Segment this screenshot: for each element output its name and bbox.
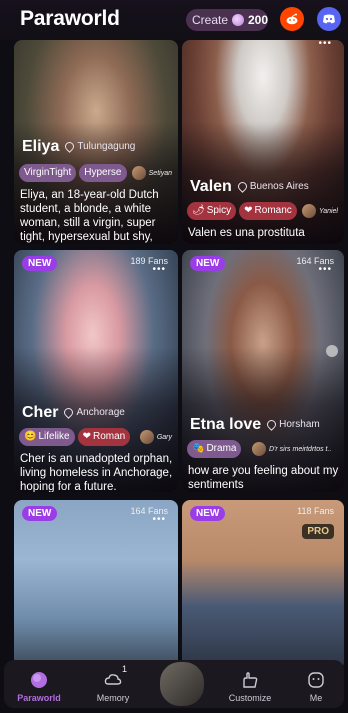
heart-icon: ❤ <box>244 205 253 216</box>
location-pin-icon <box>62 406 76 419</box>
character-name: Etna love <box>190 416 262 433</box>
tag: 😊 Lifelike <box>19 428 75 446</box>
location: Tulungagung <box>63 140 135 153</box>
tab-memory[interactable]: Memory <box>84 660 142 708</box>
center-avatar-button[interactable] <box>158 660 206 708</box>
fire-icon: 🌶 <box>192 205 205 216</box>
hand-icon <box>243 672 258 688</box>
memory-notification-count: 1 <box>122 664 128 674</box>
tab-me[interactable]: Me <box>294 660 338 708</box>
character-card[interactable]: NEW 189 Fans ••• Cher Anchorage 😊 Lifelik… <box>14 250 178 492</box>
memory-cloud-icon <box>104 674 122 685</box>
tag: VirginTight <box>19 164 77 182</box>
tag: Hyperse <box>79 164 127 182</box>
location-pin-icon <box>63 140 77 153</box>
drama-icon: 🎭 <box>192 443 205 454</box>
character-description: Cher is an unadopted orphan, living home… <box>20 453 173 492</box>
creator-avatar <box>131 166 146 180</box>
reddit-button[interactable] <box>280 7 304 31</box>
tag: ❤ Roman <box>77 428 131 446</box>
smile-icon: 😊 <box>24 431 37 442</box>
more-options-icon[interactable]: ••• <box>318 40 332 49</box>
tag: 🎭 Drama <box>187 440 242 458</box>
location: Buenos Aires <box>235 180 309 193</box>
new-badge: NEW <box>22 256 58 271</box>
fans-count: 118 Fans <box>297 506 334 516</box>
coin-icon <box>232 14 244 26</box>
location: Horsham <box>265 418 320 431</box>
bottom-tab-bar: Paraworld Memory 1 Customize Me <box>4 660 344 708</box>
character-card[interactable]: Eliya Tulungagung VirginTight Hyperse Se… <box>14 40 178 244</box>
discord-button[interactable] <box>317 7 341 31</box>
heart-icon: ❤ <box>82 431 91 442</box>
more-options-icon[interactable]: ••• <box>152 514 166 525</box>
character-name: Eliya <box>22 138 60 155</box>
character-name: Valen <box>190 178 232 195</box>
app-title: Paraworld <box>20 7 120 30</box>
character-description: Valen es una prostituta <box>188 227 305 239</box>
character-description: Eliya, an 18-year-old Dutch student, a b… <box>20 189 159 243</box>
location-pin-icon <box>265 418 279 431</box>
creator[interactable]: Setiyan <box>131 166 172 180</box>
planet-icon <box>31 672 47 688</box>
location: Anchorage <box>62 406 125 419</box>
character-card[interactable]: NEW 118 Fans PRO <box>182 500 344 670</box>
more-options-icon[interactable]: ••• <box>152 264 166 275</box>
creator[interactable]: D'r sirs meirtdrtos t.. <box>252 442 331 456</box>
tag: 🌶 Spicy <box>187 202 237 220</box>
creator-avatar <box>302 204 317 218</box>
create-button[interactable]: Create 200 <box>186 9 268 31</box>
coin-count: 200 <box>247 13 268 27</box>
character-grid: Eliya Tulungagung VirginTight Hyperse Se… <box>0 40 348 670</box>
scroll-indicator[interactable] <box>326 345 338 357</box>
new-badge: NEW <box>22 506 58 521</box>
new-badge: NEW <box>190 256 226 271</box>
new-badge: NEW <box>190 506 226 521</box>
reddit-icon <box>286 13 298 25</box>
character-description: how are you feeling about my sentiments <box>188 465 339 491</box>
more-options-icon[interactable]: ••• <box>318 264 332 275</box>
top-bar: Paraworld Create 200 <box>0 0 348 40</box>
creator[interactable]: Gary <box>139 430 172 444</box>
tab-customize[interactable]: Customize <box>220 660 280 708</box>
pro-badge: PRO <box>302 524 334 539</box>
character-card[interactable]: ••• Valen Buenos Aires 🌶 Spicy ❤ Romanc Ya… <box>182 40 344 244</box>
creator[interactable]: Yaniel <box>302 204 338 218</box>
location-pin-icon <box>235 180 249 193</box>
creator-avatar <box>252 442 266 456</box>
character-image <box>14 500 178 670</box>
character-card[interactable]: NEW 164 Fans ••• Etna love Horsham 🎭 Dram… <box>182 250 344 492</box>
face-icon <box>308 672 324 688</box>
create-label: Create <box>192 13 229 27</box>
creator-avatar <box>139 430 154 444</box>
discord-icon <box>323 14 335 24</box>
tab-paraworld[interactable]: Paraworld <box>10 660 68 708</box>
character-card[interactable]: NEW 164 Fans ••• <box>14 500 178 670</box>
tag: ❤ Romanc <box>239 202 297 220</box>
character-name: Cher <box>22 404 59 421</box>
